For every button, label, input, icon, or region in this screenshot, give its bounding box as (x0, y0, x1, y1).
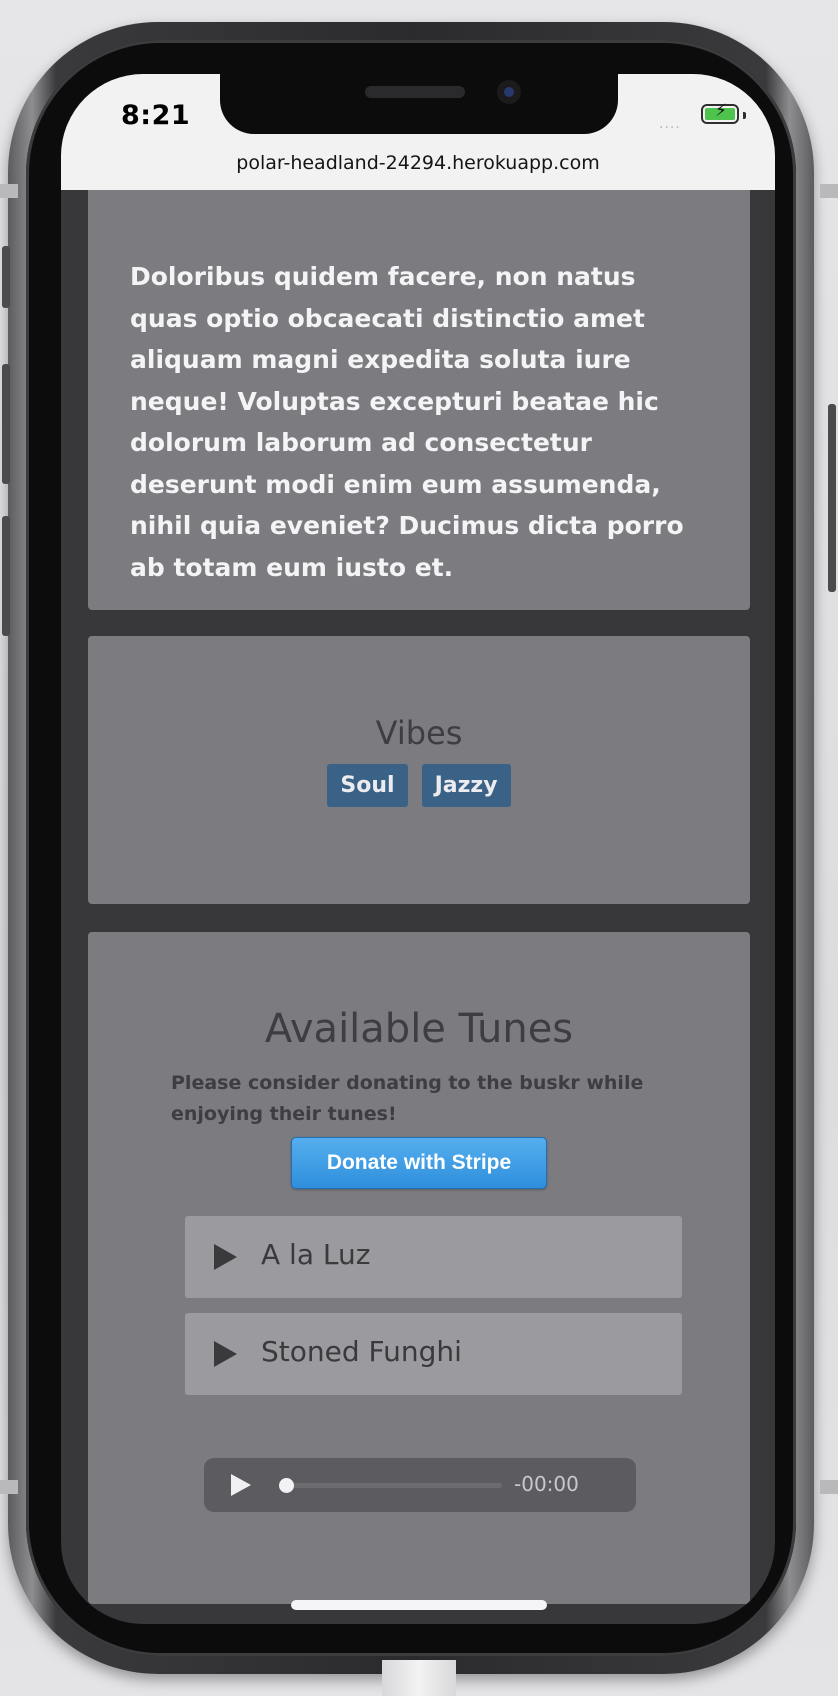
tunes-title: Available Tunes (264, 1006, 574, 1052)
donate-note: Please consider donating to the buskr wh… (171, 1072, 644, 1125)
charging-bolt-icon: ⚡ (715, 101, 727, 121)
play-icon[interactable] (214, 1244, 237, 1270)
phone-screen: Doloribus quidem facere, non natus quas … (61, 74, 775, 1624)
silent-switch (2, 246, 10, 308)
power-button (828, 404, 836, 592)
volume-up-button (2, 364, 10, 484)
url-bar[interactable]: polar-headland-24294.herokuapp.com (61, 152, 775, 174)
battery-icon: ⚡ (701, 103, 739, 124)
volume-down-button (2, 516, 10, 636)
audio-time-remaining: -00:00 (514, 1472, 579, 1496)
antenna-band (820, 1480, 838, 1494)
track-row[interactable]: Stoned Funghi (185, 1313, 682, 1395)
audio-progress-track[interactable] (286, 1483, 502, 1488)
web-page[interactable]: Doloribus quidem facere, non natus quas … (61, 74, 775, 1624)
battery-level: ⚡ (705, 103, 735, 120)
track-title: A la Luz (261, 1238, 371, 1271)
description-card: Doloribus quidem facere, non natus quas … (88, 154, 750, 610)
vibe-tag-list: Soul Jazzy (88, 764, 750, 807)
tunes-card: Available Tunes Please consider donating… (88, 932, 750, 1604)
audio-player: -00:00 (204, 1458, 636, 1512)
audio-play-icon[interactable] (231, 1474, 251, 1496)
home-indicator[interactable] (291, 1600, 547, 1610)
track-row[interactable]: A la Luz (185, 1216, 682, 1298)
antenna-band (820, 184, 838, 198)
earpiece-speaker (365, 86, 465, 98)
audio-scrubber-handle[interactable] (279, 1478, 294, 1493)
description-text: Doloribus quidem facere, non natus quas … (130, 262, 684, 582)
signal-icon: .... (659, 116, 681, 132)
donate-with-stripe-button[interactable]: Donate with Stripe (291, 1137, 547, 1189)
status-time: 8:21 (121, 100, 191, 131)
vibe-tag[interactable]: Soul (327, 764, 408, 807)
front-camera (497, 80, 521, 104)
vibe-tag[interactable]: Jazzy (421, 764, 511, 807)
play-icon[interactable] (214, 1341, 237, 1367)
vibes-card: Vibes Soul Jazzy (88, 636, 750, 904)
vibes-title: Vibes (375, 714, 463, 752)
antenna-band (0, 1480, 18, 1494)
charging-cable (382, 1660, 456, 1696)
battery-tip (743, 112, 746, 119)
antenna-band (0, 184, 18, 198)
notch (220, 74, 618, 134)
track-title: Stoned Funghi (261, 1335, 462, 1368)
